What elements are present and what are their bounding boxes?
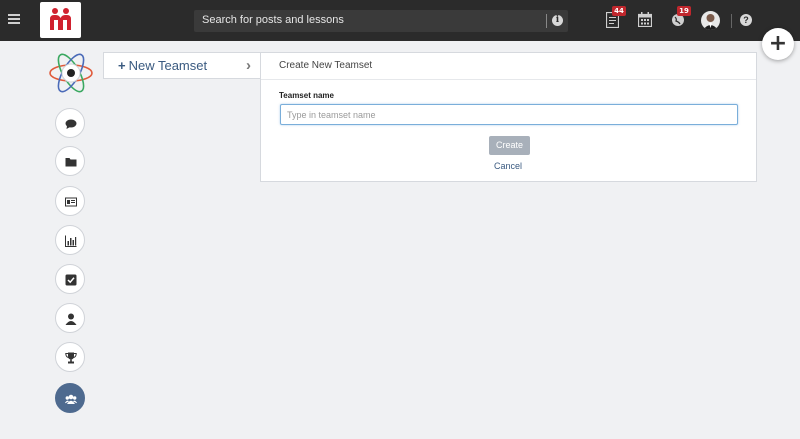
card-title: Create New Teamset [279, 60, 373, 71]
calendar-button[interactable] [637, 12, 653, 28]
sidebar-item-analytics[interactable] [55, 225, 85, 255]
id-card-icon [65, 197, 77, 207]
sidebar-item-folders[interactable] [55, 146, 85, 176]
course-atom-icon[interactable] [48, 50, 94, 96]
plus-icon: + [118, 58, 126, 73]
posts-notifications-button[interactable]: 44 [605, 6, 626, 29]
calendar-icon [637, 12, 653, 28]
messages-badge: 19 [677, 6, 691, 16]
breadcrumb-new-teamset[interactable]: + New Teamset [118, 58, 207, 73]
sidebar-item-members[interactable] [55, 303, 85, 333]
info-icon[interactable]: i [552, 15, 563, 26]
sidebar-item-achievements[interactable] [55, 342, 85, 372]
cancel-link[interactable]: Cancel [494, 161, 522, 171]
app-logo[interactable] [40, 2, 81, 38]
user-icon [65, 313, 77, 325]
users-icon [65, 394, 77, 404]
sidebar-item-profiles[interactable] [55, 186, 85, 216]
sidebar-item-comments[interactable] [55, 108, 85, 138]
add-button[interactable]: + [762, 28, 794, 60]
notifications-badge: 44 [612, 6, 626, 16]
help-icon[interactable]: ? [740, 14, 752, 26]
breadcrumb: + New Teamset [103, 52, 263, 79]
top-bar: Search for posts and lessons i 44 19 ? [0, 0, 800, 41]
folder-icon [65, 158, 77, 167]
teamset-name-input[interactable] [280, 104, 738, 125]
comment-icon [65, 119, 77, 129]
bar-chart-icon [65, 235, 77, 247]
chevron-right-icon: › [246, 57, 251, 74]
search-divider [546, 14, 547, 28]
sidebar-item-teamsets[interactable] [55, 383, 85, 413]
search-bar[interactable]: Search for posts and lessons i [194, 10, 568, 32]
breadcrumb-label: New Teamset [128, 58, 208, 73]
sidebar-item-tasks[interactable] [55, 264, 85, 294]
check-square-icon [65, 274, 77, 286]
community-button[interactable]: 19 [671, 6, 691, 28]
user-avatar[interactable] [701, 11, 720, 30]
create-button[interactable]: Create [489, 136, 530, 155]
create-teamset-card: Create New Teamset Teamset name Create C… [260, 52, 757, 182]
teamset-name-label: Teamset name [279, 91, 334, 100]
hamburger-menu-icon[interactable] [8, 14, 20, 24]
trophy-icon [65, 352, 77, 364]
topbar-divider [731, 14, 732, 28]
card-divider [261, 79, 756, 80]
search-input[interactable]: Search for posts and lessons [202, 14, 344, 26]
